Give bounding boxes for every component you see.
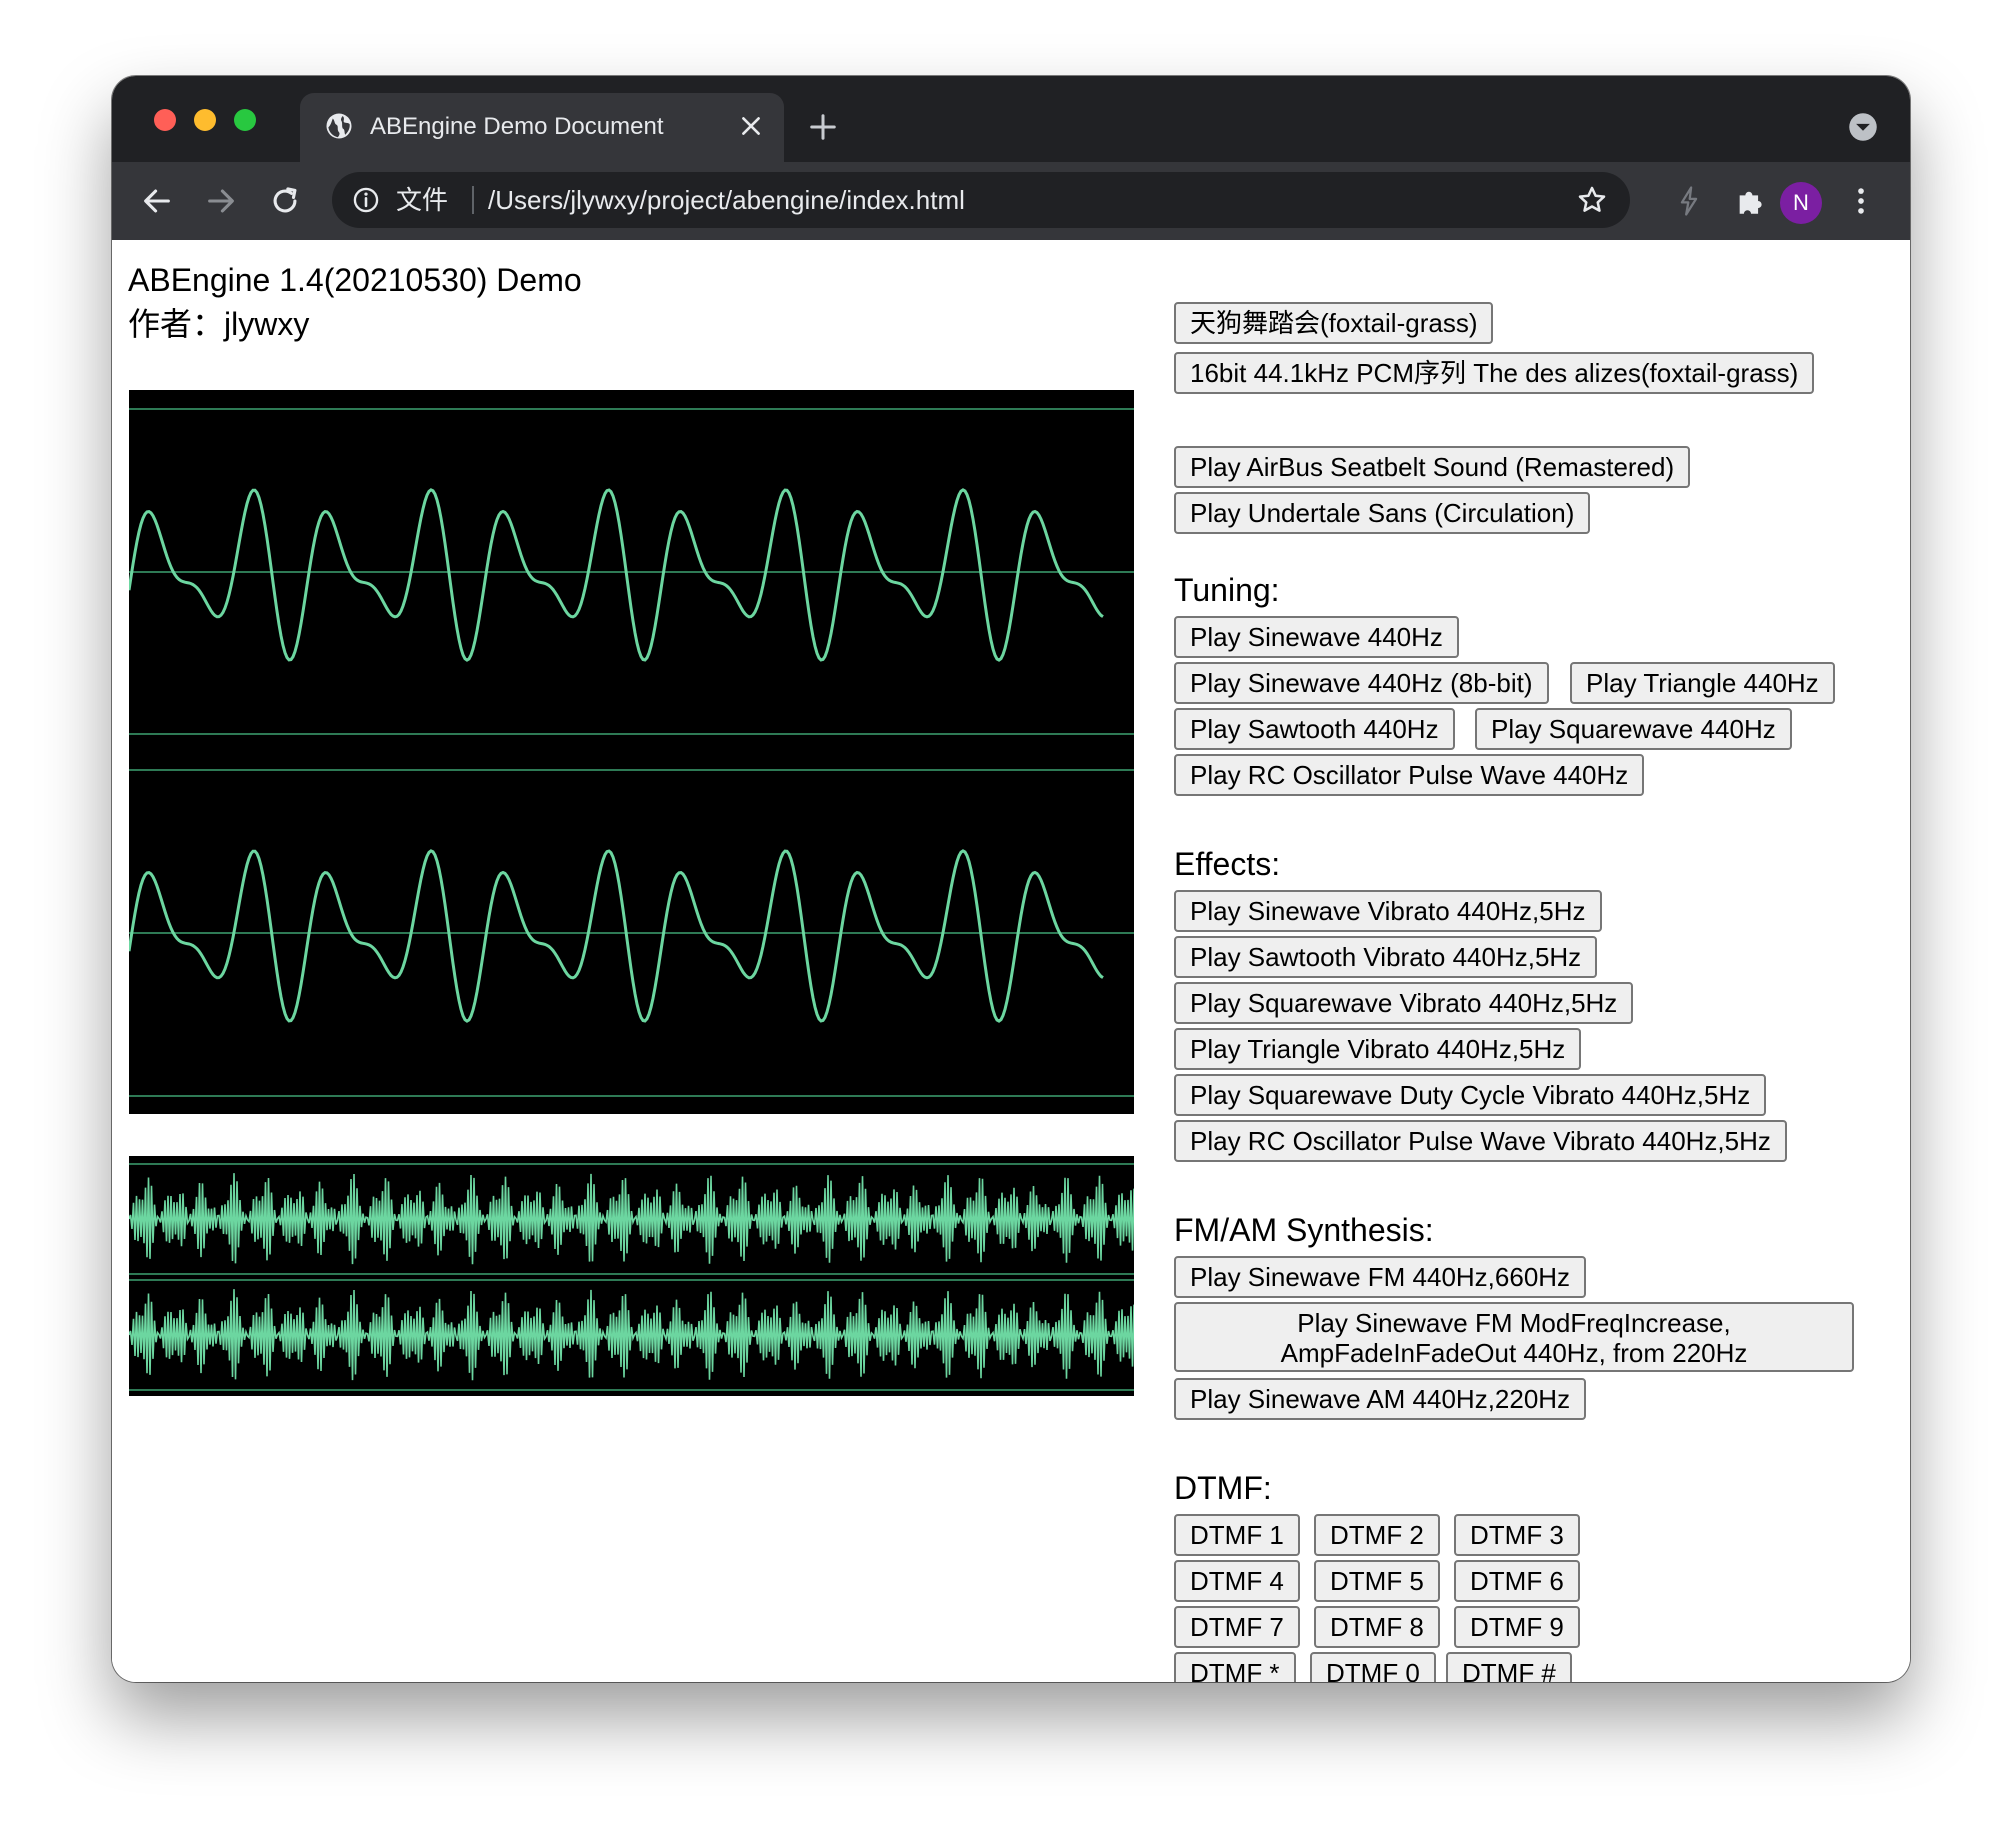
play-sawtooth-button[interactable]: Play Sawtooth 440Hz <box>1174 708 1455 750</box>
dtmf-1-button[interactable]: DTMF 1 <box>1174 1514 1300 1556</box>
tab-strip: ABEngine Demo Document <box>112 76 1910 162</box>
play-rc-oscillator-button[interactable]: Play RC Oscillator Pulse Wave 440Hz <box>1174 754 1645 796</box>
author-line: 作者：jlywxy <box>128 306 310 342</box>
play-sawtooth-vibrato-button[interactable]: Play Sawtooth Vibrato 440Hz,5Hz <box>1174 936 1598 978</box>
play-duty-cycle-vibrato-button[interactable]: Play Squarewave Duty Cycle Vibrato 440Hz… <box>1174 1074 1767 1116</box>
synthesis-heading: FM/AM Synthesis: <box>1174 1212 1434 1248</box>
info-icon[interactable] <box>352 186 380 214</box>
extensions-puzzle-icon[interactable] <box>1734 184 1768 218</box>
page-content: ABEngine 1.4(20210530) Demo 作者：jlywxy 天狗… <box>112 240 1910 1682</box>
tab-search-icon[interactable] <box>1848 112 1878 142</box>
dtmf-heading: DTMF: <box>1174 1470 1272 1506</box>
zoom-window-button[interactable] <box>234 109 256 131</box>
left-channel-waveform <box>129 488 1104 662</box>
dtmf-star-button[interactable]: DTMF * <box>1174 1652 1296 1682</box>
dtmf-4-button[interactable]: DTMF 4 <box>1174 1560 1300 1602</box>
globe-icon <box>326 113 352 139</box>
close-tab-icon[interactable] <box>738 113 764 139</box>
play-pcm-sequence-button[interactable]: 16bit 44.1kHz PCM序列 The des alizes(foxta… <box>1174 352 1815 394</box>
dtmf-5-button[interactable]: DTMF 5 <box>1314 1560 1440 1602</box>
page-title: ABEngine 1.4(20210530) Demo <box>128 262 582 298</box>
address-scheme: 文件 <box>396 185 449 215</box>
play-fm-modfreq-increase-button[interactable]: Play Sinewave FM ModFreqIncrease, AmpFad… <box>1174 1302 1854 1372</box>
play-sinewave-fm-button[interactable]: Play Sinewave FM 440Hz,660Hz <box>1174 1256 1587 1298</box>
play-triangle-vibrato-button[interactable]: Play Triangle Vibrato 440Hz,5Hz <box>1174 1028 1582 1070</box>
address-bar[interactable]: 文件 /Users/jlywxy/project/abengine/index.… <box>332 172 1630 228</box>
dtmf-6-button[interactable]: DTMF 6 <box>1454 1560 1580 1602</box>
play-undertale-sans-button[interactable]: Play Undertale Sans (Circulation) <box>1174 492 1591 534</box>
play-sinewave-am-button[interactable]: Play Sinewave AM 440Hz,220Hz <box>1174 1378 1587 1420</box>
dtmf-3-button[interactable]: DTMF 3 <box>1454 1514 1580 1556</box>
back-arrow-icon[interactable] <box>140 184 174 218</box>
more-menu-icon[interactable] <box>1844 184 1878 218</box>
dtmf-9-button[interactable]: DTMF 9 <box>1454 1606 1580 1648</box>
browser-window: ABEngine Demo Document 文件 /Users/jlywxy/… <box>112 76 1910 1682</box>
play-sinewave-button[interactable]: Play Sinewave 440Hz <box>1174 616 1459 658</box>
dtmf-7-button[interactable]: DTMF 7 <box>1174 1606 1300 1648</box>
dtmf-8-button[interactable]: DTMF 8 <box>1314 1606 1440 1648</box>
overview-top-channel <box>129 1173 1134 1265</box>
reload-icon[interactable] <box>268 184 302 218</box>
play-sinewave-vibrato-button[interactable]: Play Sinewave Vibrato 440Hz,5Hz <box>1174 890 1602 932</box>
address-url[interactable]: /Users/jlywxy/project/abengine/index.htm… <box>488 184 965 216</box>
new-tab-icon[interactable] <box>808 112 838 142</box>
tab-title: ABEngine Demo Document <box>370 113 664 140</box>
effects-heading: Effects: <box>1174 846 1281 882</box>
browser-toolbar: 文件 /Users/jlywxy/project/abengine/index.… <box>112 162 1910 240</box>
forward-arrow-icon[interactable] <box>204 184 238 218</box>
minimize-window-button[interactable] <box>194 109 216 131</box>
tuning-heading: Tuning: <box>1174 572 1280 608</box>
oscilloscope-stereo-waveform <box>129 390 1134 1114</box>
dtmf-2-button[interactable]: DTMF 2 <box>1314 1514 1440 1556</box>
right-channel-waveform <box>129 849 1104 1023</box>
play-airbus-seatbelt-button[interactable]: Play AirBus Seatbelt Sound (Remastered) <box>1174 446 1691 488</box>
dtmf-0-button[interactable]: DTMF 0 <box>1310 1652 1436 1682</box>
spectrum-overview-waveform <box>129 1156 1134 1396</box>
close-window-button[interactable] <box>154 109 176 131</box>
tab-abengine-demo[interactable]: ABEngine Demo Document <box>300 93 784 162</box>
dtmf-hash-button[interactable]: DTMF # <box>1446 1652 1572 1682</box>
address-separator <box>472 186 474 214</box>
play-tengu-button[interactable]: 天狗舞踏会(foxtail-grass) <box>1174 302 1494 344</box>
lightning-icon[interactable] <box>1672 184 1706 218</box>
play-triangle-button[interactable]: Play Triangle 440Hz <box>1570 662 1835 704</box>
play-squarewave-button[interactable]: Play Squarewave 440Hz <box>1475 708 1792 750</box>
play-squarewave-vibrato-button[interactable]: Play Squarewave Vibrato 440Hz,5Hz <box>1174 982 1634 1024</box>
play-rc-vibrato-button[interactable]: Play RC Oscillator Pulse Wave Vibrato 44… <box>1174 1120 1787 1162</box>
play-sinewave-8bit-button[interactable]: Play Sinewave 440Hz (8b-bit) <box>1174 662 1549 704</box>
bookmark-star-icon[interactable] <box>1576 184 1608 216</box>
overview-bottom-channel <box>129 1289 1134 1381</box>
profile-avatar[interactable]: N <box>1780 182 1822 224</box>
